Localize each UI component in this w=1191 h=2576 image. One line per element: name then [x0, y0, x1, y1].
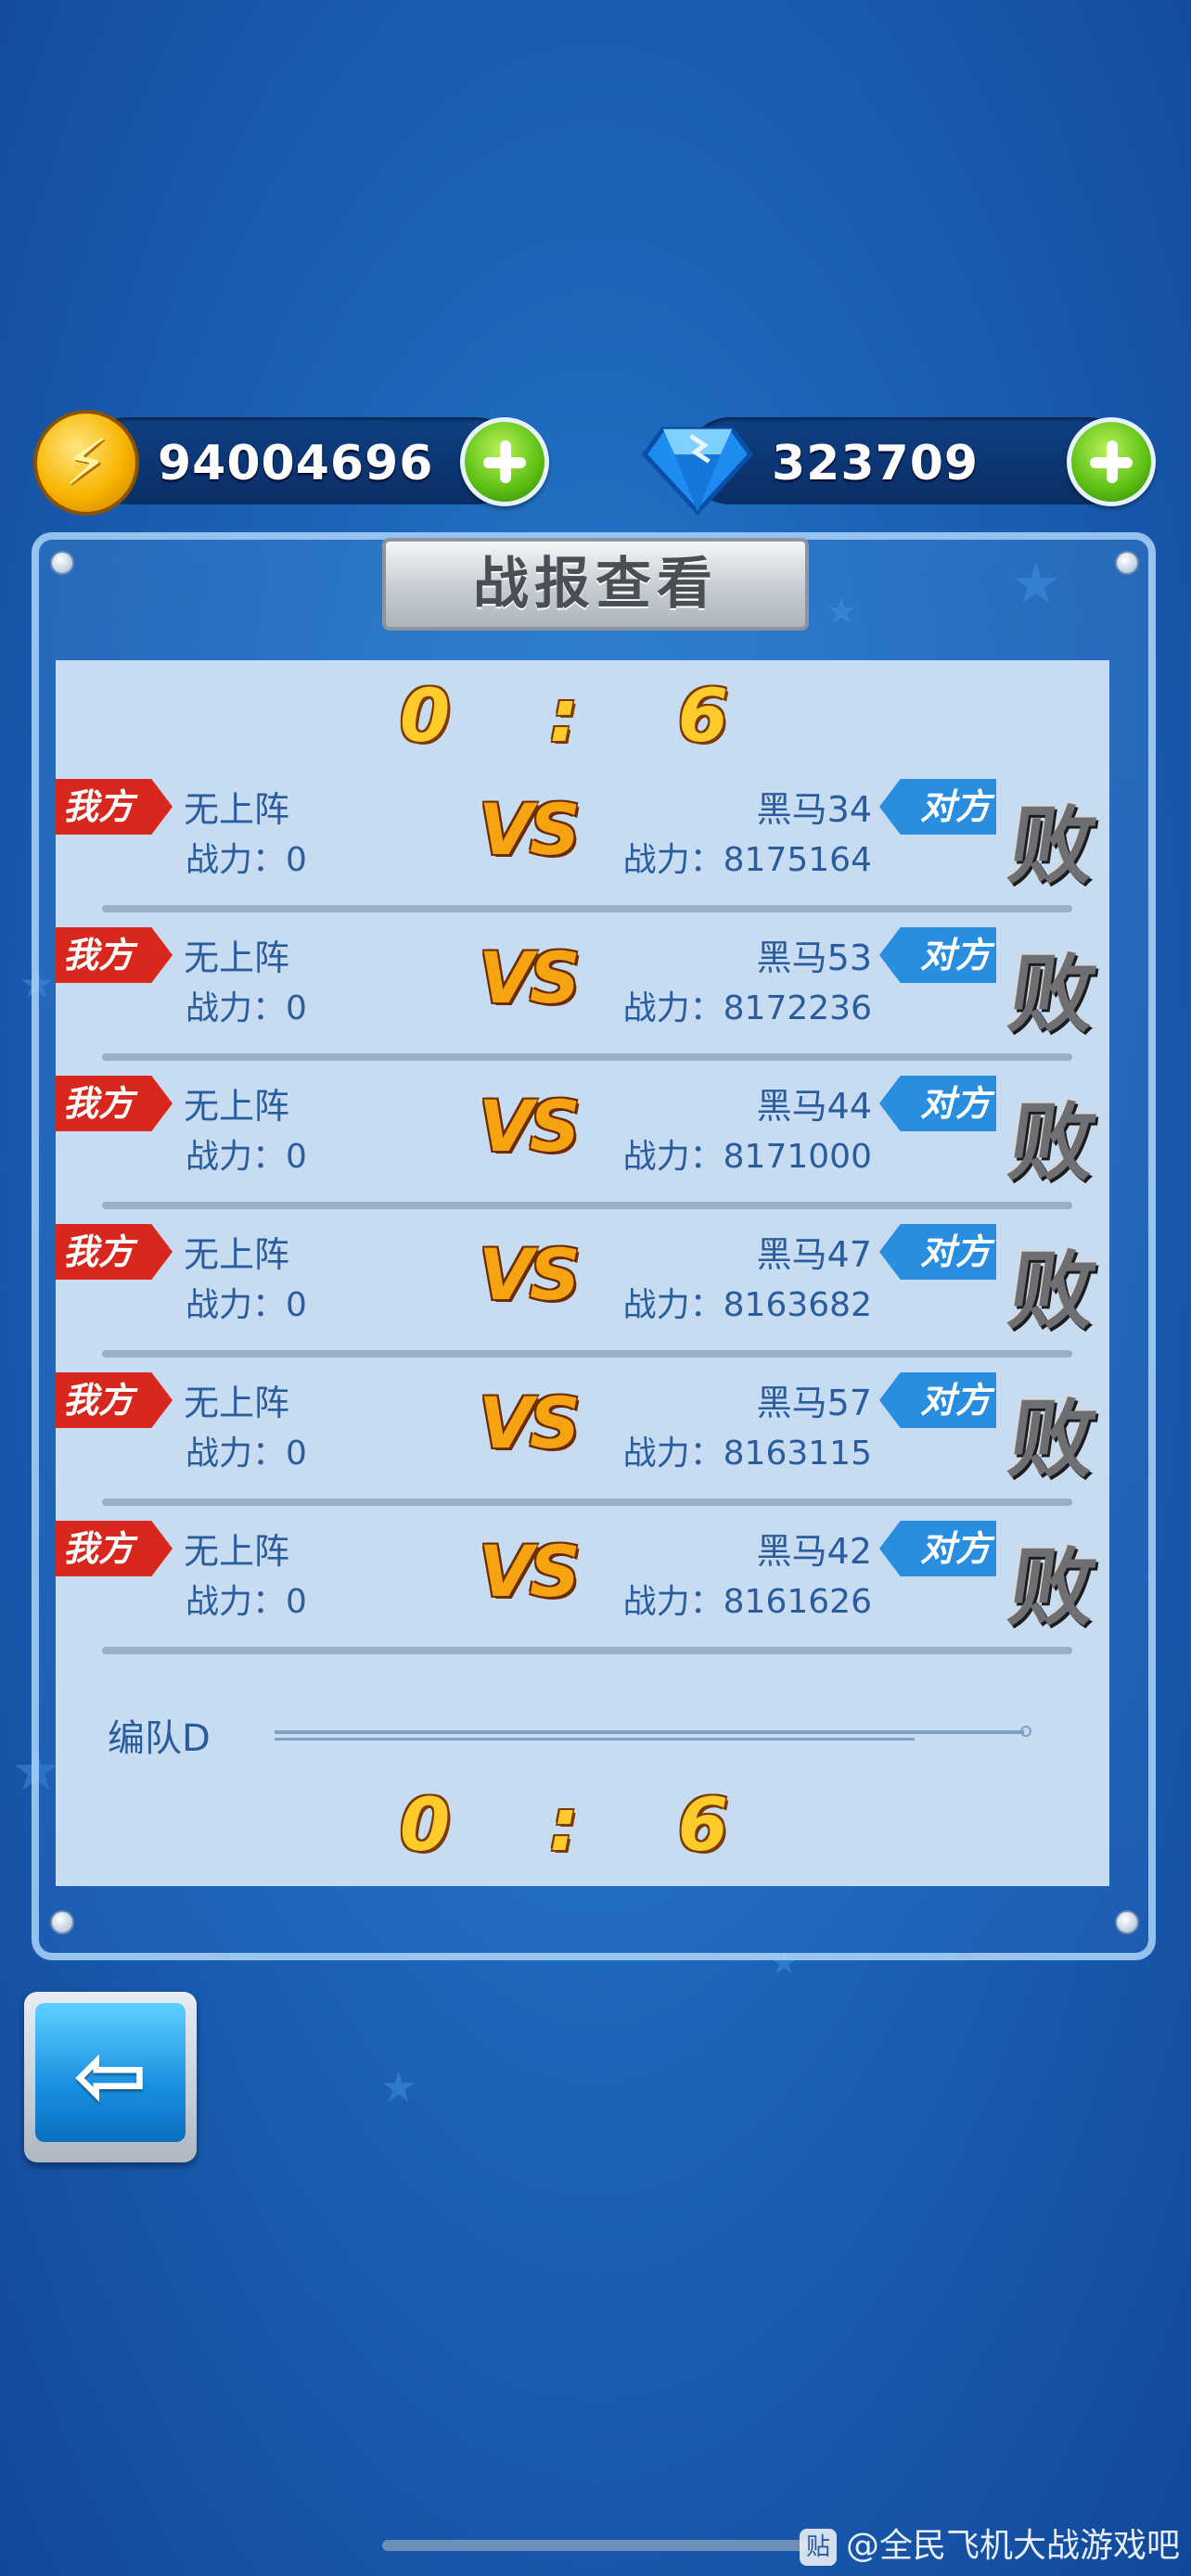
my-name: 无上阵 — [184, 1531, 290, 1572]
vs-label: VS — [479, 1382, 581, 1464]
opponent-power: 战力：8175164 — [622, 841, 872, 879]
opponent-side-tag: 对方 — [879, 1076, 996, 1131]
opponent-name: 黑马53 — [756, 937, 872, 978]
back-button-face: ⇦ — [35, 2003, 186, 2142]
star-icon: ★ — [380, 2064, 417, 2111]
opponent-name: 黑马44 — [756, 1086, 872, 1127]
my-name: 无上阵 — [184, 789, 290, 830]
vs-label: VS — [479, 1530, 581, 1613]
my-name: 无上阵 — [184, 1234, 290, 1275]
my-power: 战力：0 — [186, 1286, 307, 1324]
opponent-side-tag: 对方 — [879, 927, 996, 983]
opponent-name: 黑马34 — [756, 789, 872, 830]
panel-title: 战报查看 — [473, 552, 718, 617]
rivet — [50, 551, 74, 575]
opponent-power: 战力：8171000 — [622, 1138, 872, 1176]
my-power: 战力：0 — [186, 841, 307, 879]
my-power: 战力：0 — [186, 1435, 307, 1473]
my-power: 战力：0 — [186, 1583, 307, 1621]
result-lose-badge: 败 — [1003, 797, 1103, 896]
opponent-name: 黑马42 — [756, 1531, 872, 1572]
rivet — [1115, 1910, 1139, 1934]
home-indicator[interactable] — [382, 2540, 809, 2551]
add-diamond-button[interactable] — [1067, 417, 1156, 506]
result-lose-badge: 败 — [1003, 1093, 1103, 1192]
battle-row: 我方 无上阵 战力：0 VS 黑马34 战力：8175164 对方 败 — [56, 760, 1109, 912]
back-button[interactable]: ⇦ — [24, 1992, 197, 2162]
tieba-icon: 贴 — [799, 2529, 837, 2566]
my-power: 战力：0 — [186, 1138, 307, 1176]
result-lose-badge: 败 — [1003, 945, 1103, 1044]
team-divider-line — [275, 1738, 915, 1741]
my-name: 无上阵 — [184, 1383, 290, 1423]
opponent-side-tag: 对方 — [879, 1521, 996, 1576]
back-arrow-icon: ⇦ — [72, 2023, 148, 2127]
result-lose-badge: 败 — [1003, 1390, 1103, 1489]
panel-title-plate: 战报查看 — [382, 538, 809, 631]
my-side-tag: 我方 — [56, 779, 173, 835]
opponent-power: 战力：8172236 — [622, 989, 872, 1027]
opponent-side-tag: 对方 — [879, 1224, 996, 1280]
my-name: 无上阵 — [184, 1086, 290, 1127]
opponent-name: 黑马47 — [756, 1234, 872, 1275]
battle-row: 我方 无上阵 战力：0 VS 黑马44 战力：8171000 对方 败 — [56, 1057, 1109, 1209]
result-lose-badge: 败 — [1003, 1242, 1103, 1341]
vs-label: VS — [479, 1085, 581, 1167]
my-side-tag: 我方 — [56, 1076, 173, 1131]
battle-row: 我方 无上阵 战力：0 VS 黑马53 战力：8172236 对方 败 — [56, 909, 1109, 1061]
my-side-tag: 我方 — [56, 1521, 173, 1576]
vs-label: VS — [479, 1233, 581, 1316]
my-name: 无上阵 — [184, 937, 290, 978]
team-label: 编队D — [108, 1717, 211, 1760]
my-power: 战力：0 — [186, 989, 307, 1027]
rivet — [1115, 551, 1139, 575]
battle-row: 我方 无上阵 战力：0 VS 黑马47 战力：8163682 对方 败 — [56, 1205, 1109, 1358]
battle-row: 我方 无上阵 战力：0 VS 黑马57 战力：8163115 对方 败 — [56, 1354, 1109, 1506]
opponent-power: 战力：8163115 — [622, 1435, 872, 1473]
diamond-icon — [641, 427, 754, 516]
rivet — [50, 1910, 74, 1934]
my-side-tag: 我方 — [56, 927, 173, 983]
opponent-side-tag: 对方 — [879, 1372, 996, 1428]
divider — [102, 1647, 1072, 1654]
opponent-power: 战力：8163682 — [622, 1286, 872, 1324]
gold-counter: 94004696 — [83, 417, 519, 504]
add-gold-button[interactable] — [460, 417, 549, 506]
score-bottom: 0 : 6 — [399, 1784, 766, 1868]
score-top: 0 : 6 — [399, 675, 766, 759]
result-lose-badge: 败 — [1003, 1538, 1103, 1638]
battle-list[interactable]: 0 : 6 我方 无上阵 战力：0 VS 黑马34 战力：8175164 对方 … — [56, 660, 1109, 1886]
team-divider-dot — [1020, 1726, 1031, 1737]
gold-value: 94004696 — [158, 436, 434, 491]
my-side-tag: 我方 — [56, 1372, 173, 1428]
battle-row: 我方 无上阵 战力：0 VS 黑马42 战力：8161626 对方 败 — [56, 1502, 1109, 1654]
my-side-tag: 我方 — [56, 1224, 173, 1280]
diamond-value: 323709 — [772, 436, 980, 491]
vs-label: VS — [479, 937, 581, 1019]
gold-coin-icon: ⚡ — [33, 410, 139, 516]
opponent-name: 黑马57 — [756, 1383, 872, 1423]
vs-label: VS — [479, 788, 581, 871]
watermark-text: @全民飞机大战游戏吧 — [845, 2527, 1180, 2565]
watermark: 贴 @全民飞机大战游戏吧 — [799, 2519, 1180, 2567]
team-divider-line — [275, 1730, 1024, 1734]
opponent-side-tag: 对方 — [879, 779, 996, 835]
opponent-power: 战力：8161626 — [622, 1583, 872, 1621]
